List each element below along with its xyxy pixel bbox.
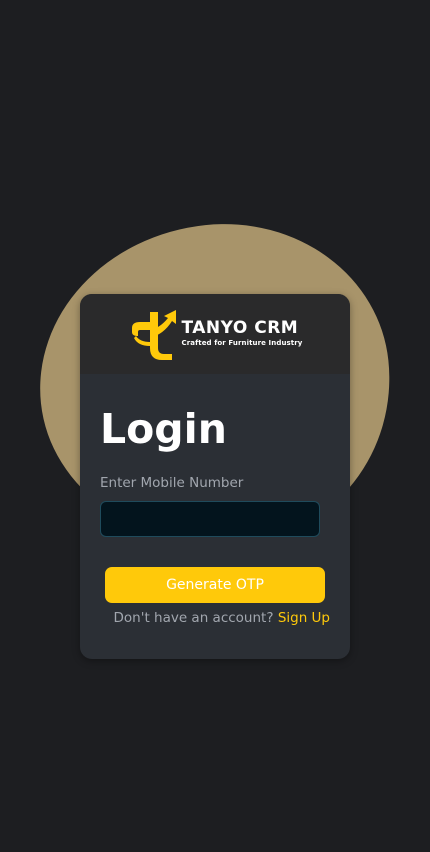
page-title: Login — [100, 405, 227, 453]
brand-tagline: Crafted for Furniture Industry — [181, 339, 303, 347]
mobile-number-label: Enter Mobile Number — [100, 475, 244, 491]
brand-name: TANYO CRM — [181, 318, 299, 338]
mobile-number-input[interactable] — [100, 501, 320, 537]
generate-otp-button[interactable]: Generate OTP — [105, 567, 325, 603]
brand-logo: TANYO CRM Crafted for Furniture Industry — [128, 306, 303, 362]
login-card: TANYO CRM Crafted for Furniture Industry… — [80, 294, 350, 659]
signup-row: Don't have an account? Sign Up — [114, 610, 330, 626]
signup-prompt: Don't have an account? — [113, 610, 274, 626]
tanyo-t-arrow-logo-icon — [131, 310, 176, 360]
logo-text: TANYO CRM Crafted for Furniture Industry — [182, 318, 303, 348]
signup-link[interactable]: Sign Up — [278, 610, 330, 626]
card-header: TANYO CRM Crafted for Furniture Industry — [80, 294, 350, 374]
